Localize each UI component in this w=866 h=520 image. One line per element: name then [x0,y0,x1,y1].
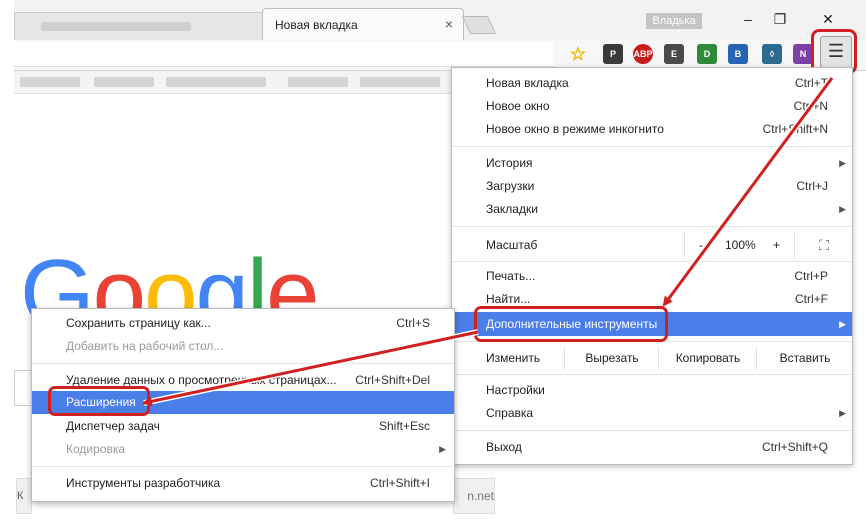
arrow-to-extensions [142,330,479,407]
arrow-to-more-tools [662,77,834,307]
annotation-arrows [142,76,835,407]
